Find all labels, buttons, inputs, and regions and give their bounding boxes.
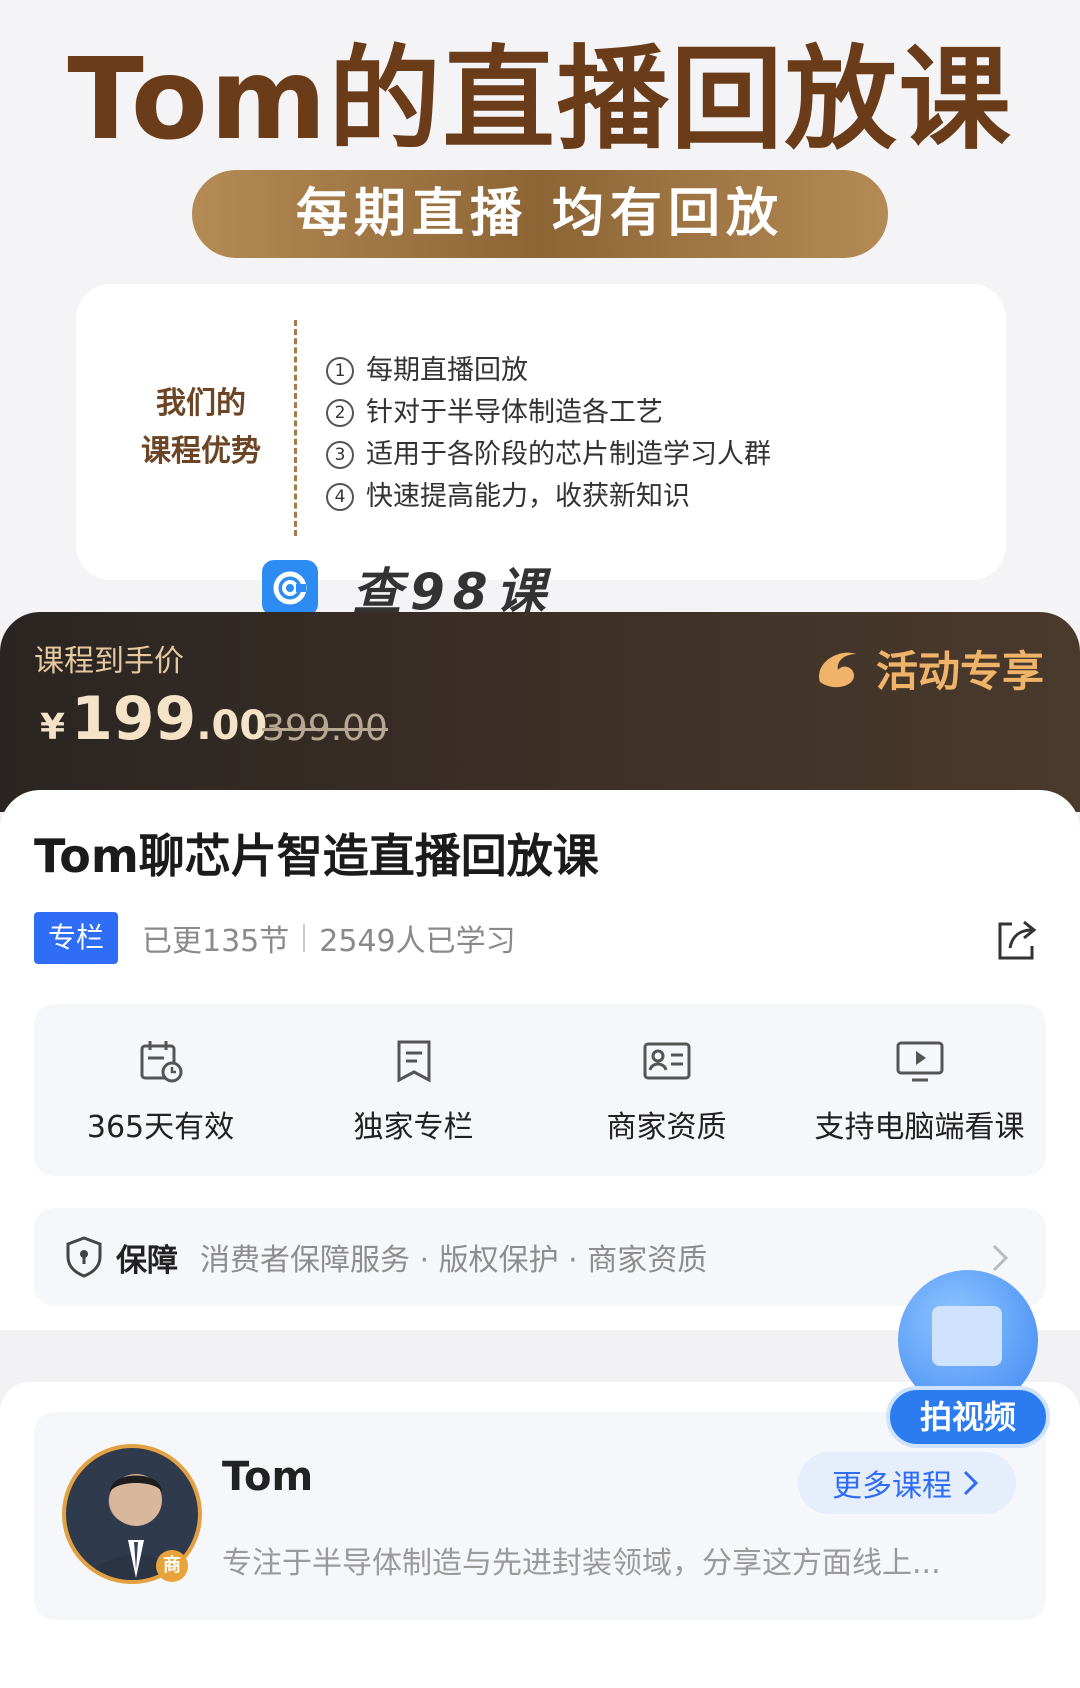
course-meta: 专栏 已更135节 2549人已学习 [34, 912, 516, 964]
number-circle-icon: 4 [326, 483, 354, 511]
original-price: 399.00 [262, 708, 388, 749]
merchant-badge-icon: 商 [156, 1550, 188, 1582]
watermark-logo-icon [262, 560, 318, 616]
meta-separator [303, 924, 306, 952]
feature-label: 支持电脑端看课 [814, 1110, 1025, 1145]
advantage-text: 适用于各阶段的芯片制造学习人群 [366, 439, 771, 470]
advantages-label-line2: 课程优势 [141, 434, 261, 469]
guarantee-items: 消费者保障服务 · 版权保护 · 商家资质 [200, 1243, 708, 1278]
author-name: Tom [222, 1454, 314, 1500]
feature-pc-viewing[interactable]: 支持电脑端看课 [793, 1004, 1046, 1176]
advantage-item: 2 针对于半导体制造各工艺 [326, 392, 771, 434]
chevron-right-icon [963, 1470, 979, 1496]
document-icon [932, 1306, 1002, 1366]
shoot-video-label: 拍视频 [886, 1386, 1050, 1448]
number-circle-icon: 1 [326, 357, 354, 385]
lesson-count: 已更135节 [142, 924, 290, 959]
more-courses-label: 更多课程 [832, 1469, 952, 1504]
feature-label: 365天有效 [86, 1110, 235, 1145]
number-circle-icon: 3 [326, 441, 354, 469]
feature-label: 独家专栏 [353, 1110, 474, 1145]
promo-badge: 活动专享 [810, 638, 1044, 699]
currency-symbol: ¥ [40, 707, 66, 748]
price-band: 课程到手价 ¥ 199 .00 399.00 活动专享 [0, 612, 1080, 812]
course-title: Tom聊芯片智造直播回放课 [34, 829, 599, 883]
banner-subtitle-pill: 每期直播 均有回放 [192, 170, 888, 258]
learner-count: 2549人已学习 [319, 924, 516, 959]
guarantee-title: 保障 [116, 1242, 178, 1279]
advantages-list: 1 每期直播回放 2 针对于半导体制造各工艺 3 适用于各阶段的芯片制造学习人群 4快… [326, 350, 771, 518]
advantage-item: 1 每期直播回放 [326, 350, 771, 392]
price-integer: 199 [71, 684, 197, 754]
advantage-text: 针对于半导体制造各工艺 [366, 397, 663, 428]
feature-grid: 365天有效 独家专栏 商家资质 支持电脑端看课 [34, 1004, 1046, 1176]
banner-title: Tom的直播回放课 [67, 35, 1013, 165]
dashed-divider [294, 320, 297, 536]
advantage-item: 4 快速提高能力，收获新知识 [326, 476, 771, 518]
advantage-text: 每期直播回放 [366, 355, 528, 386]
current-price: ¥ 199 .00 [40, 684, 267, 754]
feature-validity[interactable]: 365天有效 [34, 1004, 287, 1176]
course-info-card: Tom聊芯片智造直播回放课 专栏 已更135节 2549人已学习 365天有效 … [0, 790, 1080, 1330]
price-label: 课程到手价 [34, 644, 184, 679]
shoot-video-floating-button[interactable]: 拍视频 [886, 1270, 1050, 1450]
promo-text: 活动专享 [875, 647, 1044, 696]
calendar-clock-icon [140, 1041, 182, 1083]
advantages-label: 我们的 课程优势 [116, 380, 286, 476]
id-card-icon [643, 1042, 690, 1080]
advantage-item: 3 适用于各阶段的芯片制造学习人群 [326, 434, 771, 476]
shield-icon [66, 1236, 102, 1278]
share-button[interactable] [992, 916, 1040, 968]
bookmark-icon [397, 1040, 430, 1083]
monitor-play-icon [896, 1041, 943, 1082]
feature-label: 商家资质 [606, 1110, 727, 1145]
column-tag: 专栏 [34, 912, 118, 964]
advantages-card: 我们的 课程优势 1 每期直播回放 2 针对于半导体制造各工艺 3 适用于各阶段的芯片… [76, 284, 1006, 580]
advantages-label-line1: 我们的 [156, 386, 246, 421]
flame-swirl-icon [819, 652, 856, 687]
advantage-text: 快速提高能力，收获新知识 [366, 481, 690, 512]
price-decimal: .00 [196, 703, 268, 749]
feature-merchant[interactable]: 商家资质 [540, 1004, 793, 1176]
course-banner: Tom的直播回放课 每期直播 均有回放 我们的 课程优势 1 每期直播回放 2 针对… [0, 0, 1080, 620]
number-circle-icon: 2 [326, 399, 354, 427]
share-icon [998, 920, 1037, 960]
more-courses-button[interactable]: 更多课程 [798, 1452, 1016, 1514]
author-description: 专注于半导体制造与先进封装领域，分享这方面线上... [222, 1546, 941, 1581]
feature-exclusive[interactable]: 独家专栏 [287, 1004, 540, 1176]
